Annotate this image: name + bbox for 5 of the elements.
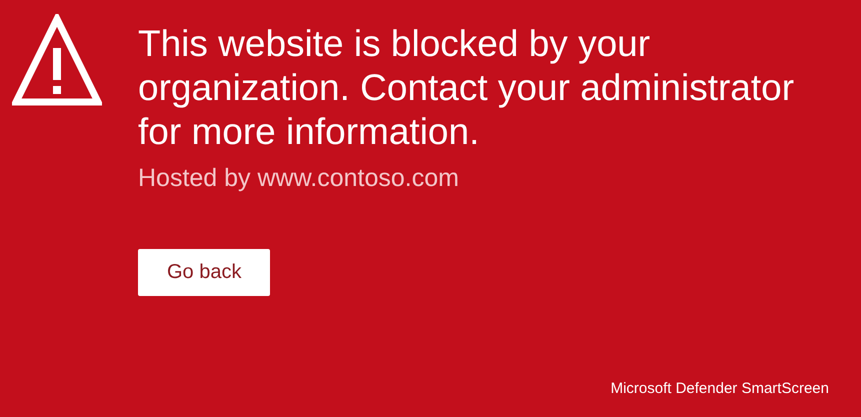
warning-icon [12,14,102,108]
block-message: This website is blocked by your organization. Contact your administrator for more information. [138,22,796,154]
hosted-by-text: Hosted by www.contoso.com [138,164,460,193]
footer-text: Microsoft Defender SmartScreen [610,380,829,397]
go-back-button[interactable]: Go back [138,249,270,296]
